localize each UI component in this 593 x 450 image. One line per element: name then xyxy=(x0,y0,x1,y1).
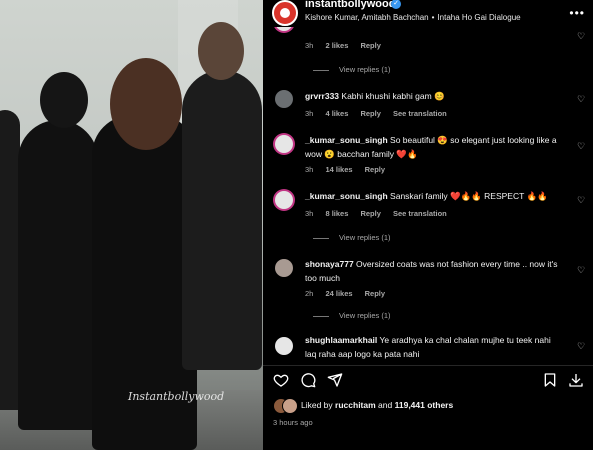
reply-button[interactable]: Reply xyxy=(360,109,380,118)
comment-likes[interactable]: 2 likes xyxy=(325,41,348,50)
comment-meta: 3h 8 likes Reply See translation xyxy=(305,209,457,218)
comment-time: 3h xyxy=(305,109,314,118)
comment-avatar[interactable] xyxy=(275,90,293,108)
audio-title[interactable]: Intaha Ho Gai Dialogue xyxy=(437,13,520,22)
comment-likes[interactable]: 8 likes xyxy=(325,209,348,218)
see-translation-button[interactable]: See translation xyxy=(393,109,447,118)
download-icon[interactable] xyxy=(568,372,584,388)
comments-panel: instantbollywood ✓ Kishore Kumar, Amitab… xyxy=(263,0,593,450)
reply-button[interactable]: Reply xyxy=(365,165,385,174)
photo-watermark: Instantbollywood xyxy=(128,390,225,403)
actions-divider xyxy=(263,365,593,366)
comment-likes[interactable]: 14 likes xyxy=(325,165,352,174)
comment-avatar[interactable] xyxy=(275,191,293,209)
see-translation-button[interactable]: See translation xyxy=(393,209,447,218)
action-bar xyxy=(263,370,593,390)
comment-meta: 3h 2 likes Reply xyxy=(305,41,391,50)
view-replies-button[interactable]: View replies (1) xyxy=(313,233,391,242)
verified-badge-icon: ✓ xyxy=(391,0,401,9)
comments-list[interactable]: 3h 2 likes Reply ♡ View replies (1) grvr… xyxy=(263,27,593,365)
comment-time: 2h xyxy=(305,289,314,298)
divider-line xyxy=(313,237,329,239)
comment-username[interactable]: shonaya777 xyxy=(305,259,354,269)
comment-username[interactable]: _kumar_sonu_singh xyxy=(305,135,388,145)
likes-and: and xyxy=(378,400,393,410)
heart-icon[interactable]: ♡ xyxy=(577,31,585,42)
comment-meta: 2h 24 likes Reply xyxy=(305,289,395,298)
person-girl xyxy=(18,120,98,430)
liker-avatar xyxy=(282,398,298,414)
comment-username[interactable]: _kumar_sonu_singh xyxy=(305,191,388,201)
heart-icon[interactable]: ♡ xyxy=(577,341,585,352)
comment-body: _kumar_sonu_singh So beautiful 😍 so eleg… xyxy=(305,133,560,161)
comment-meta: 3h 4 likes Reply See translation xyxy=(305,109,457,118)
person-man-head xyxy=(198,22,244,80)
view-replies-button[interactable]: View replies (1) xyxy=(313,311,391,320)
person-woman-head xyxy=(110,58,182,150)
more-icon[interactable]: ••• xyxy=(569,6,585,20)
view-replies-label[interactable]: View replies (1) xyxy=(339,233,391,242)
heart-icon[interactable]: ♡ xyxy=(577,141,585,152)
comment-username[interactable]: shughlaamarkhail xyxy=(305,335,377,345)
comment-time: 3h xyxy=(305,209,314,218)
comment-likes[interactable]: 4 likes xyxy=(325,109,348,118)
post-photo: Instantbollywood xyxy=(0,0,263,450)
comment-time: 3h xyxy=(305,165,314,174)
account-avatar[interactable] xyxy=(272,0,298,26)
comment-body: grvrr333 Kabhi khushi kabhi gam 😊 xyxy=(305,89,560,103)
comment-time: 3h xyxy=(305,41,314,50)
comment-avatar[interactable] xyxy=(275,259,293,277)
view-replies-button[interactable]: View replies (1) xyxy=(313,65,391,74)
comment-body: shonaya777 Oversized coats was not fashi… xyxy=(305,257,560,285)
comment-body: _kumar_sonu_singh Sanskari family ❤️🔥🔥 R… xyxy=(305,189,560,203)
reply-button[interactable]: Reply xyxy=(360,41,380,50)
likes-user[interactable]: rucchitam xyxy=(335,400,376,410)
reply-button[interactable]: Reply xyxy=(365,289,385,298)
likes-summary[interactable]: Liked by rucchitam and 119,441 others xyxy=(273,398,593,414)
divider-line xyxy=(313,69,329,71)
account-username[interactable]: instantbollywood xyxy=(305,0,395,10)
person-man xyxy=(182,70,262,370)
comment-text: Sanskari family ❤️🔥🔥 RESPECT 🔥🔥 xyxy=(390,191,548,201)
comment-avatar[interactable] xyxy=(275,337,293,355)
comment-icon[interactable] xyxy=(300,372,316,388)
likes-count[interactable]: 119,441 others xyxy=(395,400,454,410)
audio-info[interactable]: Kishore Kumar, Amitabh Bachchan • Intaha H… xyxy=(305,13,521,22)
comment-text: Kabhi khushi kabhi gam 😊 xyxy=(341,91,445,101)
audio-artists[interactable]: Kishore Kumar, Amitabh Bachchan xyxy=(305,13,429,22)
person-girl-head xyxy=(40,72,88,128)
comment-likes[interactable]: 24 likes xyxy=(325,289,352,298)
likes-text[interactable]: Liked by rucchitam and 119,441 others xyxy=(301,400,453,410)
person-left xyxy=(0,110,20,410)
post-header: instantbollywood ✓ Kishore Kumar, Amitab… xyxy=(263,0,593,27)
comment-avatar[interactable] xyxy=(275,135,293,153)
reply-button[interactable]: Reply xyxy=(360,209,380,218)
view-replies-label[interactable]: View replies (1) xyxy=(339,65,391,74)
likes-prefix: Liked by xyxy=(301,400,333,410)
comment-meta: 3h 14 likes Reply xyxy=(305,165,395,174)
comment-avatar[interactable] xyxy=(275,27,293,31)
heart-icon[interactable]: ♡ xyxy=(577,94,585,105)
heart-icon[interactable] xyxy=(273,372,289,388)
bookmark-icon[interactable] xyxy=(542,372,558,388)
comment-body: shughlaamarkhail Ye aradhya ka chal chal… xyxy=(305,333,560,361)
view-replies-label[interactable]: View replies (1) xyxy=(339,311,391,320)
heart-icon[interactable]: ♡ xyxy=(577,195,585,206)
comment-username[interactable]: grvrr333 xyxy=(305,91,339,101)
share-icon[interactable] xyxy=(327,372,343,388)
heart-icon[interactable]: ♡ xyxy=(577,265,585,276)
divider-line xyxy=(313,315,329,317)
post-time: 3 hours ago xyxy=(273,418,313,427)
